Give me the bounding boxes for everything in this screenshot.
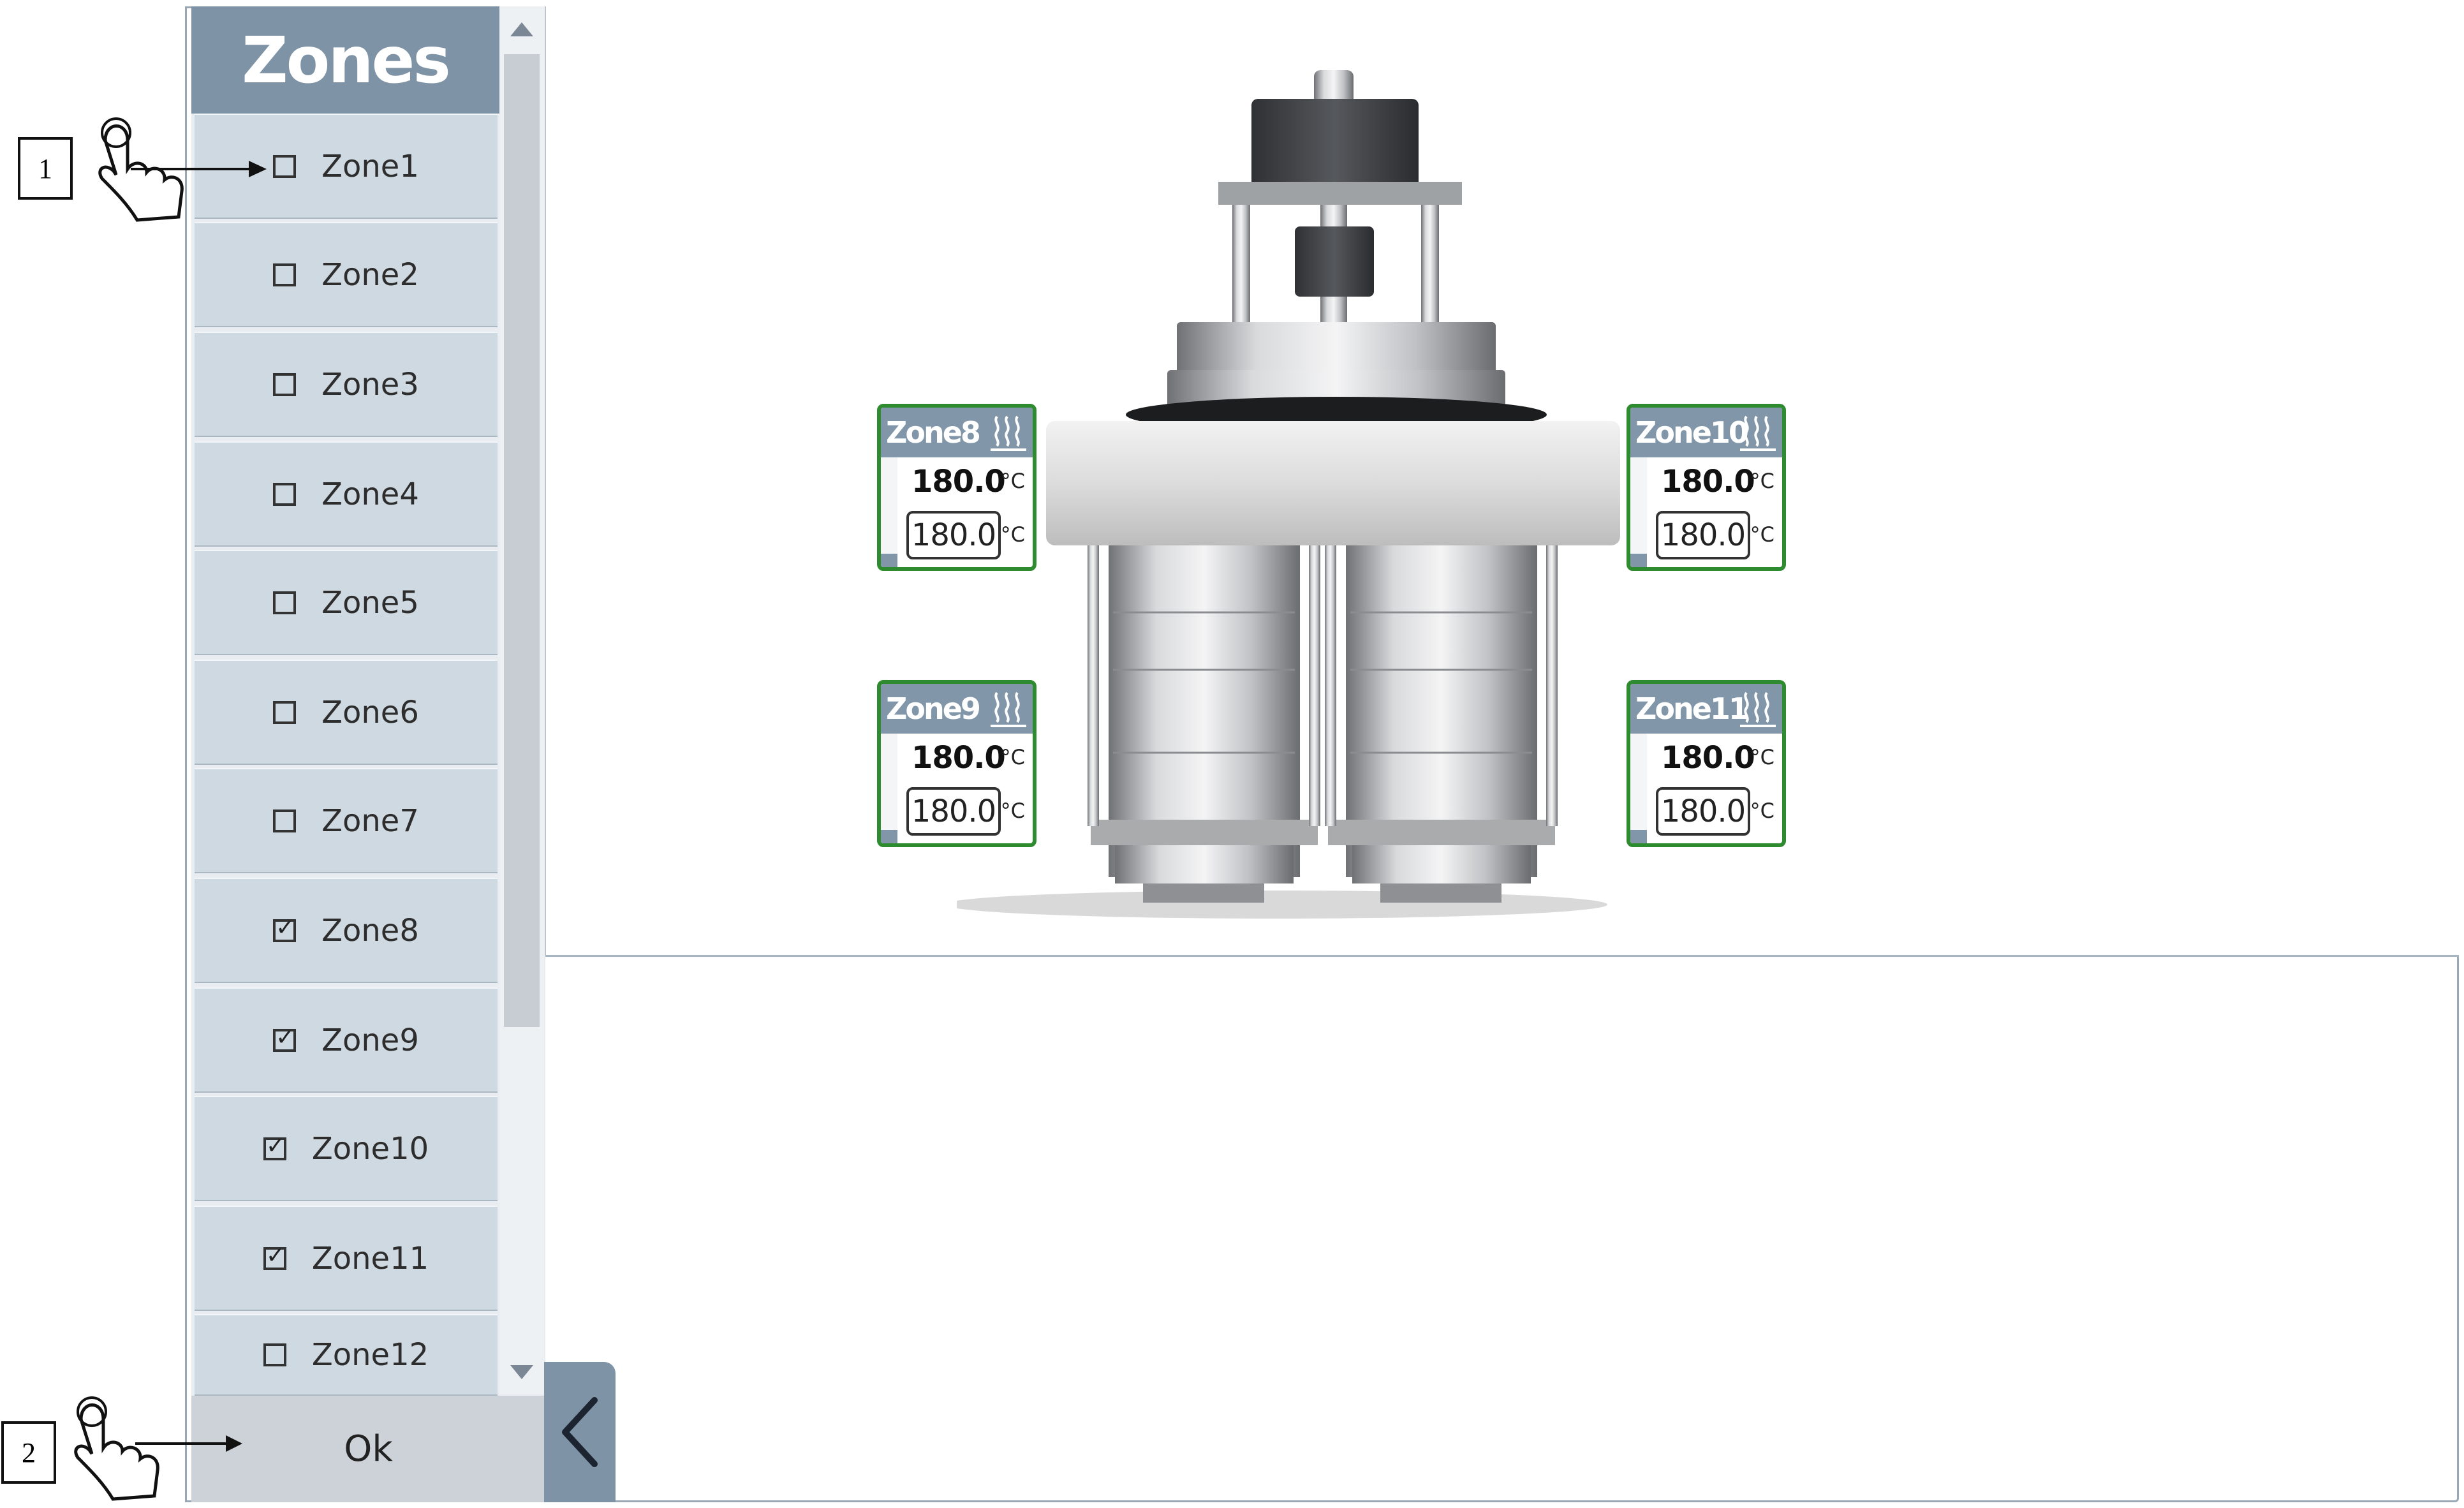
- zone-label: Zone6: [321, 694, 419, 730]
- zone-label: Zone7: [321, 802, 419, 839]
- checkbox[interactable]: [273, 482, 297, 506]
- checkbox[interactable]: [273, 1028, 297, 1052]
- zone-item-zone10[interactable]: Zone10: [195, 1096, 498, 1201]
- checkbox[interactable]: [273, 263, 297, 286]
- actual-temperature: 180.0: [911, 464, 1006, 499]
- zone-item-zone7[interactable]: Zone7: [195, 768, 498, 873]
- checkbox[interactable]: [273, 700, 297, 724]
- zone-item-zone12[interactable]: Zone12: [195, 1314, 498, 1396]
- level-fill: [1630, 554, 1647, 567]
- zone-item-zone6[interactable]: Zone6: [195, 660, 498, 765]
- checkbox[interactable]: [273, 373, 297, 396]
- zone-label: Zone1: [321, 148, 419, 184]
- actual-unit: °C: [1750, 469, 1774, 493]
- zone-item-zone3[interactable]: Zone3: [195, 332, 498, 437]
- checkbox[interactable]: [263, 1137, 286, 1160]
- hand-pointer-icon: [98, 117, 267, 222]
- level-bar: [1630, 734, 1647, 843]
- actual-temperature: 180.0: [1661, 464, 1755, 499]
- setpoint-unit: °C: [1750, 522, 1774, 547]
- zone-widget-zone11[interactable]: Zone11 180.0 °C 180.0 °C: [1627, 680, 1786, 847]
- zone-label: Zone12: [311, 1337, 429, 1373]
- setpoint-unit: °C: [1750, 799, 1774, 823]
- zone-label: Zone9: [321, 1022, 419, 1058]
- level-fill: [881, 554, 897, 567]
- zone-label: Zone11: [311, 1240, 429, 1276]
- level-bar: [1630, 457, 1647, 567]
- callout-2: 2: [1, 1421, 56, 1484]
- setpoint-input[interactable]: 180.0: [1656, 787, 1750, 836]
- heater-icon: [991, 691, 1026, 727]
- collapse-panel-button[interactable]: [544, 1362, 616, 1502]
- actual-unit: °C: [1000, 745, 1025, 769]
- actual-temperature: 180.0: [911, 740, 1006, 776]
- zone-widget-zone9[interactable]: Zone9 180.0 °C 180.0 °C: [877, 680, 1037, 847]
- hand-pointer-icon: [74, 1396, 242, 1501]
- setpoint-input[interactable]: 180.0: [1656, 511, 1750, 559]
- zones-title: Zones: [191, 6, 499, 114]
- callout-number: 2: [22, 1437, 36, 1468]
- zone-label: Zone2: [321, 256, 419, 293]
- level-bar: [881, 457, 897, 567]
- hot-runner-illustration: [957, 70, 1620, 919]
- callout-number: 1: [38, 152, 52, 184]
- callout-1: 1: [18, 137, 73, 200]
- zone-item-zone8[interactable]: Zone8: [195, 878, 498, 983]
- zone-label: Zone10: [311, 1130, 429, 1167]
- scrollbar-thumb[interactable]: [504, 54, 540, 1027]
- setpoint-input[interactable]: 180.0: [906, 511, 1001, 559]
- actual-temperature: 180.0: [1661, 740, 1755, 776]
- zone-widget-zone8[interactable]: Zone8 180.0 °C 180.0 °C: [877, 404, 1037, 571]
- checkbox[interactable]: [263, 1343, 286, 1366]
- zone-item-zone11[interactable]: Zone11: [195, 1206, 498, 1311]
- zone-label: Zone3: [321, 366, 419, 403]
- scroll-up-icon[interactable]: [510, 22, 533, 36]
- level-fill: [1630, 830, 1647, 843]
- zone-widget-zone10[interactable]: Zone10 180.0 °C 180.0 °C: [1627, 404, 1786, 571]
- zone-item-zone9[interactable]: Zone9: [195, 987, 498, 1093]
- ok-button[interactable]: Ok: [191, 1396, 545, 1502]
- zone-label: Zone5: [321, 584, 419, 621]
- setpoint-input[interactable]: 180.0: [906, 787, 1001, 836]
- setpoint-unit: °C: [1000, 799, 1025, 823]
- chevron-left-icon: [562, 1397, 598, 1467]
- level-bar: [881, 734, 897, 843]
- checkbox[interactable]: [273, 919, 297, 942]
- heater-icon: [991, 415, 1026, 451]
- actual-unit: °C: [1000, 469, 1025, 493]
- zone-label: Zone4: [321, 476, 419, 512]
- zone-item-zone2[interactable]: Zone2: [195, 222, 498, 327]
- zone-item-zone4[interactable]: Zone4: [195, 441, 498, 547]
- checkbox[interactable]: [273, 591, 297, 614]
- zone-item-zone5[interactable]: Zone5: [195, 550, 498, 655]
- setpoint-unit: °C: [1000, 522, 1025, 547]
- checkbox[interactable]: [263, 1246, 286, 1270]
- heater-icon: [1740, 415, 1776, 451]
- actual-unit: °C: [1750, 745, 1774, 769]
- zone-label: Zone8: [321, 912, 419, 949]
- checkbox[interactable]: [273, 154, 297, 178]
- heater-icon: [1740, 691, 1776, 727]
- checkbox[interactable]: [273, 809, 297, 832]
- level-fill: [881, 830, 897, 843]
- scroll-down-icon[interactable]: [510, 1365, 533, 1379]
